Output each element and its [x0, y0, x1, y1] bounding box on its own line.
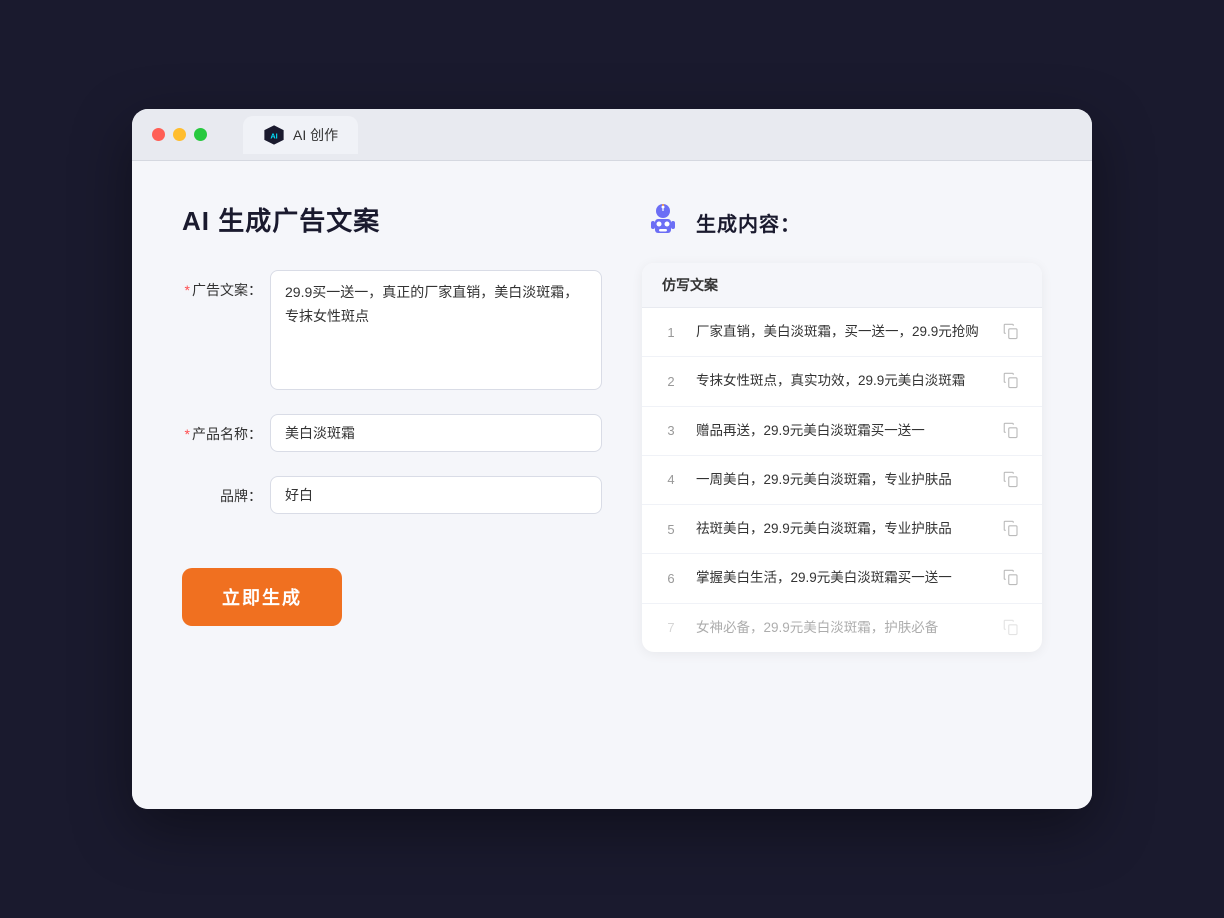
tab-title: AI 创作 — [293, 125, 338, 145]
table-header-text: 仿写文案 — [662, 277, 718, 293]
row-number: 7 — [662, 620, 680, 635]
browser-window: AI AI 创作 AI 生成广告文案 *广告文案： *产品名称： — [132, 109, 1092, 809]
traffic-light-red[interactable] — [152, 128, 165, 141]
copy-icon[interactable] — [1002, 421, 1022, 441]
page-title: AI 生成广告文案 — [182, 201, 602, 238]
traffic-lights — [152, 128, 207, 141]
product-name-required: * — [185, 426, 190, 442]
table-row: 3 赠品再送，29.9元美白淡斑霜买一送一 — [642, 407, 1042, 456]
brand-input[interactable] — [270, 476, 602, 514]
left-panel: AI 生成广告文案 *广告文案： *产品名称： 品牌： 立即生成 — [182, 201, 602, 759]
result-title: 生成内容： — [696, 208, 801, 237]
brand-group: 品牌： — [182, 476, 602, 514]
result-table-header: 仿写文案 — [642, 263, 1042, 308]
ad-text-group: *广告文案： — [182, 270, 602, 390]
row-text: 厂家直销，美白淡斑霜，买一送一，29.9元抢购 — [696, 322, 986, 342]
ad-text-input[interactable] — [270, 270, 602, 390]
traffic-light-green[interactable] — [194, 128, 207, 141]
traffic-light-yellow[interactable] — [173, 128, 186, 141]
product-name-input[interactable] — [270, 414, 602, 452]
row-text: 祛斑美白，29.9元美白淡斑霜，专业护肤品 — [696, 519, 986, 539]
table-row: 5 祛斑美白，29.9元美白淡斑霜，专业护肤品 — [642, 505, 1042, 554]
copy-icon[interactable] — [1002, 371, 1022, 391]
ad-text-required: * — [185, 282, 190, 298]
product-name-label: *产品名称： — [182, 414, 262, 444]
result-header: 生成内容： — [642, 201, 1042, 243]
title-bar: AI AI 创作 — [132, 109, 1092, 161]
row-text: 赠品再送，29.9元美白淡斑霜买一送一 — [696, 421, 986, 441]
ad-text-label: *广告文案： — [182, 270, 262, 300]
result-rows-container: 1 厂家直销，美白淡斑霜，买一送一，29.9元抢购 2 专抹女性斑点，真实功效，29… — [642, 308, 1042, 652]
generate-button[interactable]: 立即生成 — [182, 568, 342, 626]
row-number: 4 — [662, 472, 680, 487]
brand-label: 品牌： — [182, 476, 262, 506]
row-text: 专抹女性斑点，真实功效，29.9元美白淡斑霜 — [696, 371, 986, 391]
svg-text:AI: AI — [270, 131, 277, 140]
ai-tab-icon: AI — [263, 124, 285, 146]
row-number: 3 — [662, 423, 680, 438]
row-number: 1 — [662, 325, 680, 340]
copy-icon[interactable] — [1002, 568, 1022, 588]
result-table: 仿写文案 1 厂家直销，美白淡斑霜，买一送一，29.9元抢购 2 专抹女性斑点，真实… — [642, 263, 1042, 652]
table-row: 2 专抹女性斑点，真实功效，29.9元美白淡斑霜 — [642, 357, 1042, 406]
product-name-group: *产品名称： — [182, 414, 602, 452]
row-number: 5 — [662, 522, 680, 537]
copy-icon[interactable] — [1002, 519, 1022, 539]
table-row: 6 掌握美白生活，29.9元美白淡斑霜买一送一 — [642, 554, 1042, 603]
table-row: 4 一周美白，29.9元美白淡斑霜，专业护肤品 — [642, 456, 1042, 505]
row-text: 一周美白，29.9元美白淡斑霜，专业护肤品 — [696, 470, 986, 490]
row-text: 掌握美白生活，29.9元美白淡斑霜买一送一 — [696, 568, 986, 588]
copy-icon[interactable] — [1002, 322, 1022, 342]
copy-icon[interactable] — [1002, 618, 1022, 638]
table-row: 7 女神必备，29.9元美白淡斑霜，护肤必备 — [642, 604, 1042, 652]
row-number: 6 — [662, 571, 680, 586]
row-number: 2 — [662, 374, 680, 389]
copy-icon[interactable] — [1002, 470, 1022, 490]
browser-tab[interactable]: AI AI 创作 — [243, 116, 358, 154]
robot-icon — [642, 201, 684, 243]
right-panel: 生成内容： 仿写文案 1 厂家直销，美白淡斑霜，买一送一，29.9元抢购 2 专抹女… — [642, 201, 1042, 759]
main-content: AI 生成广告文案 *广告文案： *产品名称： 品牌： 立即生成 — [132, 161, 1092, 809]
row-text: 女神必备，29.9元美白淡斑霜，护肤必备 — [696, 618, 986, 638]
table-row: 1 厂家直销，美白淡斑霜，买一送一，29.9元抢购 — [642, 308, 1042, 357]
